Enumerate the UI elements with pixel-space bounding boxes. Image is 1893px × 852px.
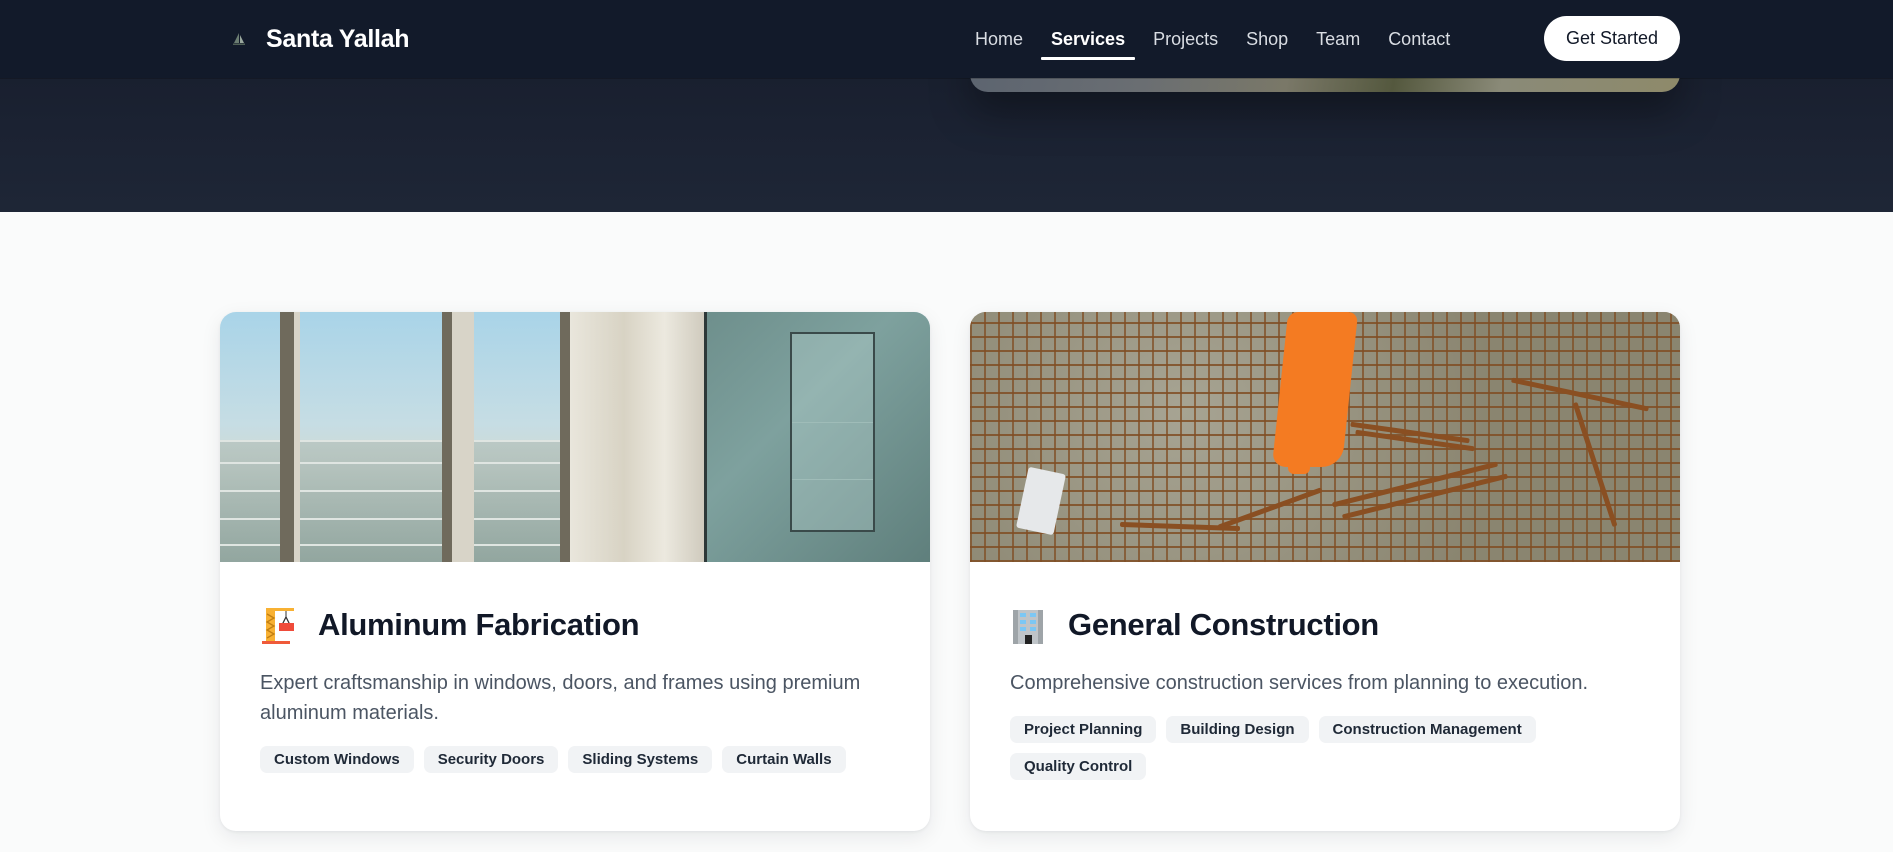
office-building-icon (1010, 605, 1048, 645)
service-tag: Project Planning (1010, 716, 1157, 743)
nav-link-home[interactable]: Home (965, 0, 1033, 78)
service-tag: Construction Management (1318, 716, 1536, 743)
nav-link-projects[interactable]: Projects (1143, 0, 1228, 78)
brand-logo-link[interactable]: Santa Yallah (232, 0, 410, 78)
service-description: Comprehensive construction services from… (1010, 672, 1589, 694)
service-tags: Project Planning Building Design Constru… (1010, 716, 1640, 780)
service-tag: Sliding Systems (568, 746, 713, 773)
service-tags: Custom Windows Security Doors Sliding Sy… (260, 746, 890, 773)
service-tag: Security Doors (423, 746, 559, 773)
service-title: General Construction (1068, 607, 1379, 642)
brand-name: Santa Yallah (266, 24, 410, 53)
nav-links: Home Services Projects Shop Team Contact (965, 0, 1468, 78)
nav-link-shop[interactable]: Shop (1236, 0, 1298, 78)
service-description: Expert craftsmanship in windows, doors, … (260, 672, 861, 724)
service-title: Aluminum Fabrication (318, 607, 640, 642)
crane-icon (260, 605, 298, 645)
service-tag: Quality Control (1010, 753, 1147, 780)
top-navigation: Santa Yallah Home Services Projects Shop… (0, 0, 1893, 78)
service-card-aluminum-fabrication[interactable]: Aluminum Fabrication Expert craftsmanshi… (220, 312, 930, 831)
service-image-aluminum (220, 312, 930, 562)
sailboat-icon (232, 32, 246, 46)
service-tag: Building Design (1166, 716, 1309, 743)
get-started-button[interactable]: Get Started (1544, 16, 1680, 61)
service-tag: Custom Windows (260, 746, 414, 773)
service-tag: Curtain Walls (722, 746, 846, 773)
nav-link-team[interactable]: Team (1306, 0, 1370, 78)
service-image-construction (970, 312, 1680, 562)
service-card-general-construction[interactable]: General Construction Comprehensive const… (970, 312, 1680, 831)
nav-link-services[interactable]: Services (1041, 0, 1136, 78)
nav-link-contact[interactable]: Contact (1378, 0, 1460, 78)
